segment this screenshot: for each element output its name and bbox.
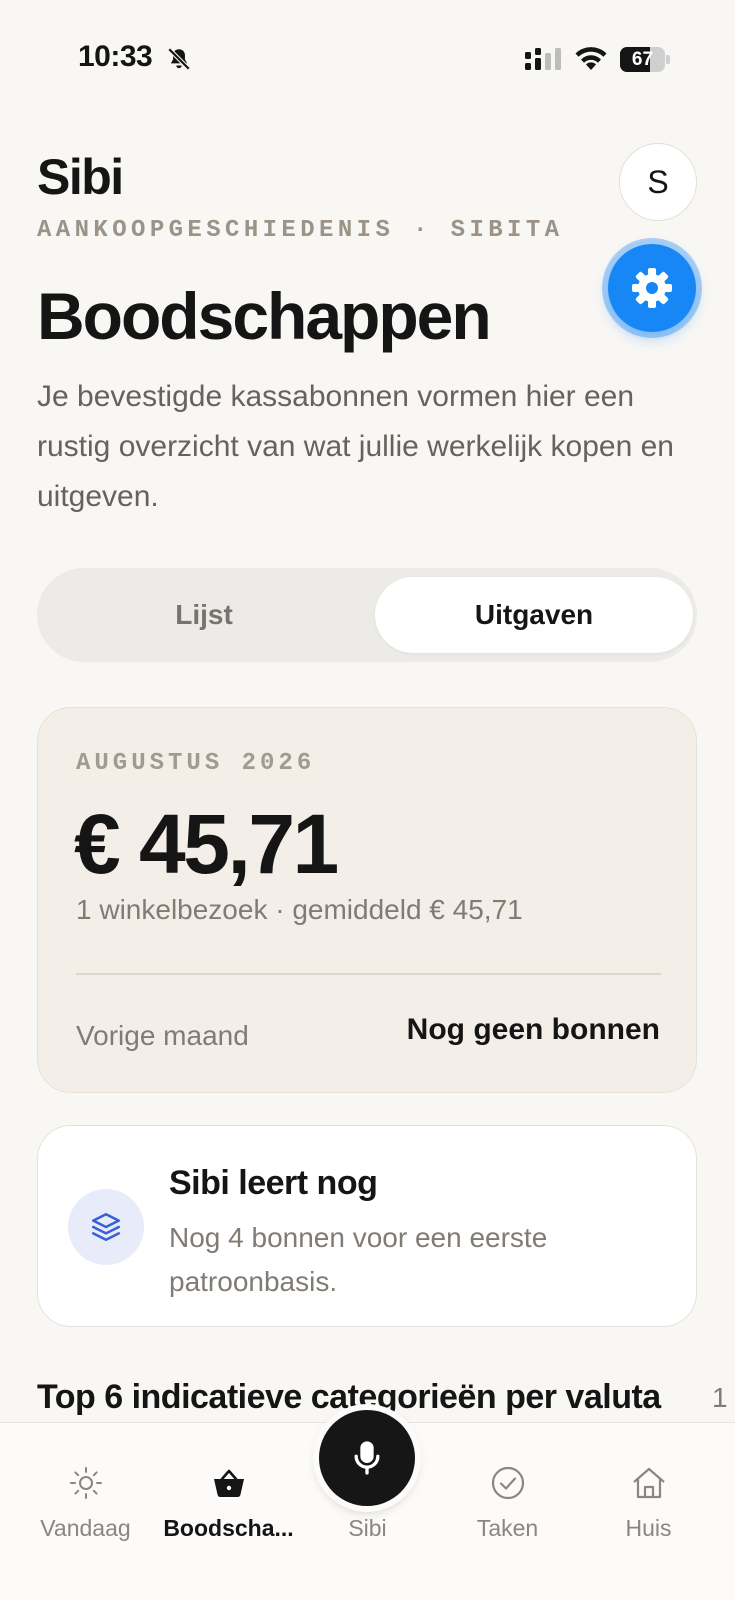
app-title: Sibi (37, 149, 124, 205)
microphone-icon (354, 1441, 380, 1475)
segment-lijst[interactable]: Lijst (45, 577, 363, 653)
previous-month-value: Nog geen bonnen (406, 1013, 660, 1046)
tab-boodschappen[interactable]: Boodscha... (155, 1423, 302, 1563)
sun-icon (69, 1467, 102, 1499)
cellular-signal-icon (525, 48, 561, 70)
battery-body: 67 (620, 47, 665, 72)
home-icon (632, 1467, 665, 1499)
tab-vandaag[interactable]: Vandaag (12, 1423, 159, 1563)
page-description: Je bevestigde kassabonnen vormen hier ee… (37, 380, 674, 513)
tab-label: Huis (625, 1515, 672, 1541)
tab-label: Boodscha... (163, 1515, 294, 1541)
total-amount: € 45,71 (74, 797, 339, 891)
tab-label: Sibi (348, 1515, 387, 1541)
monthly-summary-card: AUGUSTUS 2026 € 45,71 1 winkelbezoek · g… (37, 707, 697, 1093)
basket-icon (213, 1469, 244, 1498)
learning-title: Sibi leert nog (169, 1164, 378, 1202)
battery-icon: 67 (620, 47, 670, 72)
gear-icon (632, 268, 672, 308)
section-heading: Top 6 indicatieve categorieën per valuta (37, 1378, 661, 1416)
section-side-text: 1 I (712, 1382, 735, 1413)
tab-label: Vandaag (40, 1515, 131, 1541)
month-label: AUGUSTUS 2026 (76, 750, 316, 777)
page-title: Boodschappen (37, 279, 492, 353)
wifi-icon (575, 47, 607, 70)
learning-description: Nog 4 bonnen voor een eerste patroonbasi… (169, 1222, 548, 1297)
tab-taken[interactable]: Taken (434, 1423, 581, 1563)
app-subtitle: AANKOOPGESCHIEDENIS · SIBITA (37, 217, 564, 244)
check-circle-icon (491, 1466, 524, 1500)
battery-level: 67 (631, 49, 654, 70)
total-meta: 1 winkelbezoek · gemiddeld € 45,71 (76, 894, 523, 925)
bell-slash-icon (167, 47, 191, 71)
segment-uitgaven[interactable]: Uitgaven (375, 577, 693, 653)
learning-icon-badge (68, 1189, 144, 1265)
learning-card: Sibi leert nog Nog 4 bonnen voor een eer… (37, 1125, 697, 1327)
view-segmented-control: Lijst Uitgaven (37, 568, 697, 662)
tab-label: Taken (476, 1515, 539, 1541)
divider (76, 973, 661, 975)
tab-huis[interactable]: Huis (575, 1423, 722, 1563)
microphone-button[interactable] (319, 1410, 415, 1506)
battery-nub (666, 55, 670, 64)
layers-icon (91, 1212, 121, 1242)
settings-button[interactable] (608, 244, 696, 332)
status-bar: 10:33 67 (0, 0, 735, 120)
avatar[interactable]: S (619, 143, 697, 221)
previous-month-label: Vorige maand (76, 1020, 249, 1051)
status-time: 10:33 (78, 40, 153, 73)
